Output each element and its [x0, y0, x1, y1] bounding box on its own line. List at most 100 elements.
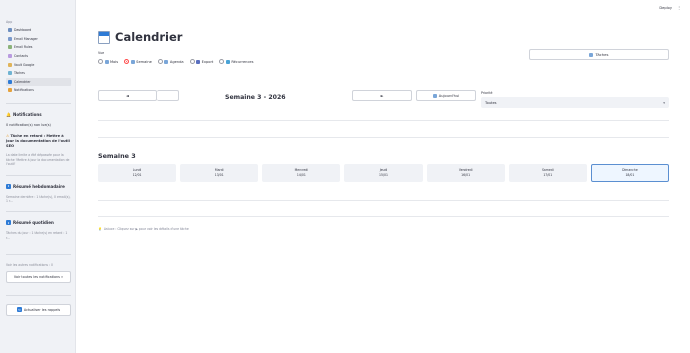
day-mercredi[interactable]: Mercredi 14/01: [262, 164, 341, 182]
sidebar-item-email-rules[interactable]: Email Rules: [6, 43, 71, 52]
weekly-summary-heading-text: Résumé hebdomadaire: [13, 183, 65, 189]
main-menu-icon[interactable]: ⋮: [677, 5, 681, 10]
week-heading: Semaine 3: [98, 152, 136, 160]
refresh-reminders-label: Actualiser les rappels: [23, 307, 61, 312]
view-option-label: Récurrences: [231, 59, 254, 64]
main-content: Deploy ⋮ Calendrier Vue Mois Semaine Age…: [76, 0, 690, 353]
day-date: 18/01: [625, 173, 635, 177]
sidebar-item-taches[interactable]: Tâches: [6, 69, 71, 78]
agenda-icon: [164, 59, 169, 64]
view-option-agenda[interactable]: Agenda: [157, 59, 184, 64]
info-icon: i: [6, 183, 11, 189]
calendar-icon: [432, 93, 437, 98]
refresh-reminders-button[interactable]: ↻ Actualiser les rappels: [6, 303, 71, 316]
priority-label: Priorité: [481, 91, 493, 95]
bell-icon: 🔔: [6, 111, 11, 117]
next-week-button[interactable]: ►: [352, 90, 412, 101]
sidebar-item-label: Dashboard: [14, 28, 32, 33]
divider: [98, 137, 669, 138]
sidebar-item-label: Calendrier: [14, 79, 31, 84]
radio-circle[interactable]: [98, 59, 103, 64]
sidebar-item-label: Contacts: [14, 54, 29, 59]
divider: [6, 294, 71, 296]
info-icon: i: [6, 220, 11, 226]
calendar-icon: [130, 59, 135, 64]
day-date: 13/01: [214, 173, 224, 177]
notifications-heading: 🔔 Notifications: [6, 112, 71, 117]
page-title: Calendrier: [115, 30, 183, 44]
daily-summary-body: Tâches du jour : 1 tâche(s) en retard : …: [6, 231, 68, 240]
today-button-label: Aujourd'hui: [438, 93, 460, 98]
radio-circle[interactable]: [189, 59, 195, 64]
sidebar-item-notifications[interactable]: Notifications: [6, 86, 71, 95]
view-option-label: Semaine: [136, 59, 152, 64]
sidebar-item-calendrier[interactable]: Calendrier: [6, 77, 71, 87]
divider: [98, 200, 669, 201]
warning-icon: ⚠: [6, 133, 10, 138]
sidebar-item-vault-google[interactable]: Vault Google: [6, 60, 71, 69]
tasks-button[interactable]: Tâches: [529, 49, 669, 60]
mail-icon: [8, 36, 12, 41]
day-dimanche-today[interactable]: Dimanche 18/01: [590, 164, 669, 182]
notifications-heading-text: Notifications: [12, 111, 42, 117]
priority-selected-value: Toutes: [485, 100, 497, 105]
view-label: Vue: [98, 51, 105, 55]
rules-icon: [8, 45, 12, 50]
clipboard-icon: [589, 52, 594, 57]
sidebar-item-contacts[interactable]: Contacts: [6, 52, 71, 61]
overdue-alert-body: La date limite a été dépassée pour la tâ…: [6, 153, 70, 167]
day-vendredi[interactable]: Vendredi 16/01: [426, 164, 505, 182]
today-button[interactable]: Aujourd'hui: [416, 90, 476, 101]
sidebar-item-label: Vault Google: [14, 62, 35, 67]
page-title-row: Calendrier: [98, 30, 182, 44]
contacts-icon: [8, 54, 12, 59]
calendar-icon: [98, 30, 110, 44]
calendar-icon: [8, 79, 12, 84]
day-date: 14/01: [296, 173, 306, 177]
radio-circle[interactable]: [157, 59, 163, 64]
day-jeudi[interactable]: Jeudi 15/01: [344, 164, 423, 182]
radio-circle[interactable]: [219, 59, 225, 64]
view-option-label: Agenda: [169, 59, 184, 64]
view-option-mois[interactable]: Mois: [98, 59, 118, 64]
prev-week-button[interactable]: ◄: [98, 90, 157, 101]
sidebar-item-label: Email Manager: [14, 36, 38, 41]
divider: [98, 120, 669, 121]
sidebar-item-dashboard[interactable]: Dashboard: [6, 26, 71, 35]
notifications-count: 0 notification(s) non lue(s): [6, 122, 51, 127]
divider: [6, 254, 71, 256]
tip-text: 💡 Astuce : Cliquez sur ▶ pour voir les dé…: [98, 227, 189, 231]
overdue-alert-text: Tâche en retard : Mettre à jour la docum…: [6, 133, 70, 149]
sidebar-app-label: App: [6, 20, 13, 24]
day-date: 16/01: [461, 173, 471, 177]
day-date: 15/01: [379, 173, 388, 177]
tip-text-content: Astuce : Cliquez sur ▶ pour voir les dét…: [103, 227, 189, 231]
bell-icon: [8, 88, 12, 93]
divider: [6, 102, 71, 104]
view-option-label: Mois: [110, 59, 119, 64]
prev-week-button-extra[interactable]: [157, 90, 179, 101]
day-samedi[interactable]: Samedi 17/01: [508, 164, 587, 182]
sidebar: App Dashboard Email Manager Email Rules …: [0, 0, 76, 353]
calendar-icon: [104, 59, 109, 64]
day-mardi[interactable]: Mardi 13/01: [180, 164, 259, 182]
tasks-button-label: Tâches: [595, 52, 609, 57]
sidebar-item-label: Notifications: [14, 88, 34, 93]
divider: [6, 211, 71, 213]
view-all-notifications-button[interactable]: Voir toutes les notifications »: [6, 270, 71, 283]
priority-select[interactable]: Toutes ▾: [481, 97, 669, 108]
view-option-semaine[interactable]: Semaine: [124, 59, 152, 64]
dashboard-icon: [8, 28, 12, 33]
vault-icon: [8, 62, 12, 67]
view-option-recurrences[interactable]: Récurrences: [219, 59, 254, 64]
daily-summary-heading-text: Résumé quotidien: [13, 220, 54, 226]
day-lundi[interactable]: Lundi 12/01: [98, 164, 177, 182]
deploy-button[interactable]: Deploy: [659, 6, 672, 10]
divider: [98, 216, 669, 217]
sidebar-item-email-manager[interactable]: Email Manager: [6, 35, 71, 44]
overdue-alert-title: ⚠ Tâche en retard : Mettre à jour la doc…: [6, 134, 71, 150]
week-days-row: Lundi 12/01 Mardi 13/01 Mercredi 14/01 Jeud…: [98, 164, 669, 182]
refresh-icon: ↻: [16, 307, 22, 313]
view-option-export[interactable]: Export: [189, 59, 213, 64]
radio-circle[interactable]: [124, 59, 130, 64]
